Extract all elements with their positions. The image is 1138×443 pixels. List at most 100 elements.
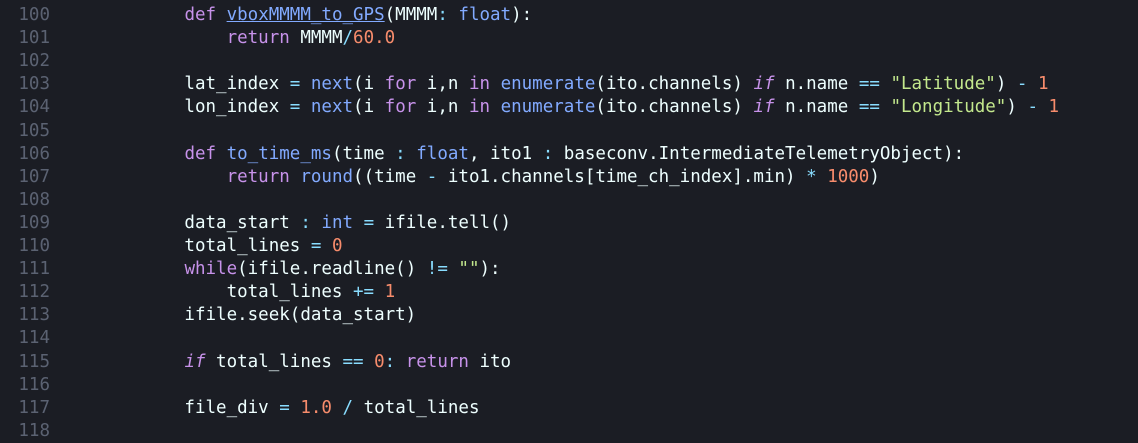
code-token: (i bbox=[353, 97, 385, 118]
code-token: total_lines bbox=[58, 282, 354, 303]
code-token: - bbox=[1027, 97, 1038, 118]
code-token: * bbox=[806, 166, 817, 187]
code-line[interactable]: 102 bbox=[0, 50, 1138, 73]
code-token: baseconv.IntermediateTelemetryObject): bbox=[553, 143, 965, 164]
code-text[interactable]: total_lines = 0 bbox=[58, 235, 342, 258]
line-number: 118 bbox=[18, 420, 50, 441]
code-token: ) bbox=[1006, 97, 1028, 118]
code-token: : bbox=[542, 143, 554, 164]
code-token: - bbox=[426, 166, 438, 187]
code-token: n.name bbox=[774, 97, 859, 118]
code-text[interactable]: def to_time_ms(time : float, ito1 : base… bbox=[58, 143, 964, 166]
code-text[interactable]: lon_index = next(i for i,n in enumerate(… bbox=[58, 96, 1059, 119]
code-token: lon_index bbox=[58, 97, 290, 118]
code-token: lat_index bbox=[58, 74, 290, 95]
code-token: enumerate bbox=[500, 97, 596, 118]
code-token: if bbox=[753, 97, 775, 118]
line-number: 116 bbox=[18, 374, 50, 395]
code-token: file_div bbox=[58, 397, 280, 418]
code-token: ): bbox=[479, 259, 501, 280]
code-line[interactable]: 111 while(ifile.readline() != ""): bbox=[0, 258, 1138, 281]
code-token: ): bbox=[511, 5, 533, 25]
code-line[interactable]: 105 bbox=[0, 120, 1138, 143]
code-token: 1 bbox=[1048, 97, 1060, 118]
code-text[interactable]: return round((time - ito1.channels[time_… bbox=[58, 166, 880, 189]
code-line[interactable]: 106 def to_time_ms(time : float, ito1 : … bbox=[0, 143, 1138, 166]
code-line[interactable]: 109 data_start : int = ifile.tell() bbox=[0, 212, 1138, 235]
code-line[interactable]: 103 lat_index = next(i for i,n in enumer… bbox=[0, 73, 1138, 96]
code-token: "" bbox=[458, 259, 480, 280]
code-line[interactable]: 110 total_lines = 0 bbox=[0, 235, 1138, 258]
line-number: 111 bbox=[18, 259, 50, 280]
code-token: float bbox=[458, 5, 512, 25]
code-token: != bbox=[426, 259, 448, 280]
code-token: / bbox=[342, 397, 354, 418]
code-text[interactable]: file_div = 1.0 / total_lines bbox=[58, 397, 479, 420]
code-line[interactable]: 113 ifile.seek(data_start) bbox=[0, 304, 1138, 327]
code-token: 1.0 bbox=[300, 397, 332, 418]
code-line[interactable]: 112 total_lines += 1 bbox=[0, 281, 1138, 304]
code-line[interactable]: 115 if total_lines == 0: return ito bbox=[0, 351, 1138, 374]
code-line[interactable]: 101 return MMMM/60.0 bbox=[0, 27, 1138, 50]
line-number: 108 bbox=[18, 189, 50, 210]
code-token: = bbox=[310, 236, 322, 256]
code-text[interactable]: data_start : int = ifile.tell() bbox=[58, 212, 511, 235]
code-token: float bbox=[416, 143, 469, 164]
code-line[interactable]: 107 return round((time - ito1.channels[t… bbox=[0, 166, 1138, 189]
code-token: : bbox=[395, 143, 406, 164]
code-token: n.name bbox=[774, 74, 859, 95]
line-number: 117 bbox=[18, 397, 50, 418]
code-token: i,n bbox=[416, 97, 469, 118]
code-token: ito1.channels[time_ch_index].min) bbox=[437, 166, 807, 187]
code-text[interactable]: def vboxMMMM_to_GPS(MMMM: float): bbox=[58, 4, 532, 27]
code-token: 1000 bbox=[827, 166, 870, 187]
code-line[interactable]: 116 bbox=[0, 374, 1138, 397]
code-line[interactable]: 114 bbox=[0, 327, 1138, 350]
code-token: for bbox=[384, 97, 417, 118]
code-token: ito bbox=[468, 351, 512, 372]
code-line[interactable]: 104 lon_index = next(i for i,n in enumer… bbox=[0, 96, 1138, 119]
code-token: = bbox=[289, 97, 301, 118]
code-token: next bbox=[310, 74, 354, 95]
code-text[interactable]: total_lines += 1 bbox=[58, 281, 396, 304]
line-number: 100 bbox=[18, 5, 50, 25]
code-token: , ito1 bbox=[468, 143, 543, 164]
code-line[interactable]: 108 bbox=[0, 189, 1138, 212]
code-line[interactable]: 100 def vboxMMMM_to_GPS(MMMM: float): bbox=[0, 4, 1138, 27]
code-token: "Longitude" bbox=[890, 97, 1007, 118]
code-token: ((time bbox=[353, 166, 427, 187]
code-editor[interactable]: 100 def vboxMMMM_to_GPS(MMMM: float): 101… bbox=[0, 0, 1138, 441]
code-token: in bbox=[468, 74, 491, 95]
code-text[interactable]: while(ifile.readline() != ""): bbox=[58, 258, 501, 281]
code-text[interactable]: if total_lines == 0: return ito bbox=[58, 351, 511, 374]
code-token: 60.0 bbox=[353, 28, 396, 49]
code-token: ) bbox=[995, 74, 1017, 95]
code-line[interactable]: 117 file_div = 1.0 / total_lines bbox=[0, 397, 1138, 420]
code-token: "Latitude" bbox=[890, 74, 996, 95]
line-number: 113 bbox=[18, 305, 50, 326]
code-text[interactable]: lat_index = next(i for i,n in enumerate(… bbox=[58, 73, 1048, 96]
line-number: 110 bbox=[18, 236, 50, 256]
line-number: 105 bbox=[18, 120, 50, 141]
code-token: in bbox=[468, 97, 491, 118]
code-line[interactable]: 118 bbox=[0, 420, 1138, 443]
code-token: = bbox=[279, 397, 290, 418]
code-token: data_start bbox=[58, 212, 301, 233]
code-text[interactable]: ifile.seek(data_start) bbox=[58, 304, 416, 327]
code-token: enumerate bbox=[500, 74, 596, 95]
line-number: 101 bbox=[18, 28, 50, 49]
code-token: += bbox=[353, 282, 375, 303]
code-text[interactable]: return MMMM/60.0 bbox=[58, 27, 396, 50]
